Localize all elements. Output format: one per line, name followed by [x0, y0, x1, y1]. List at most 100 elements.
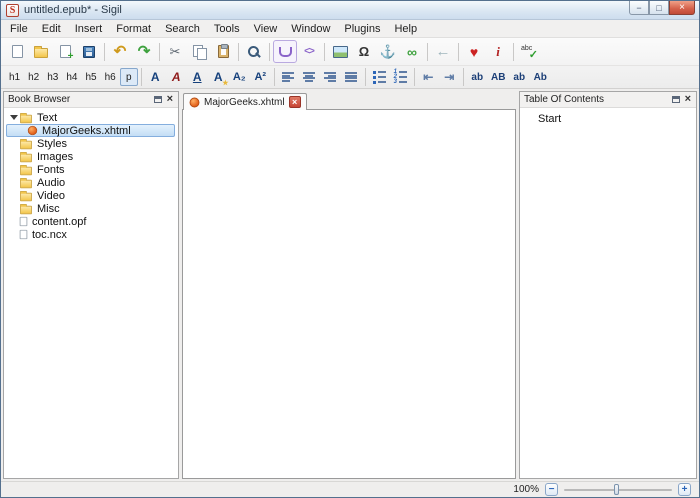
- numbered-list-button[interactable]: [390, 68, 411, 87]
- subscript-button[interactable]: A₂: [229, 68, 250, 87]
- tree-item-video-folder[interactable]: Video: [6, 189, 178, 202]
- heading-3-button[interactable]: h3: [43, 68, 62, 86]
- lowercase-button[interactable]: ab: [467, 68, 488, 87]
- capitalize-button[interactable]: Ab: [530, 68, 551, 87]
- float-dock-icon[interactable]: [672, 96, 680, 103]
- tree-item-label: Fonts: [37, 164, 65, 176]
- align-center-button[interactable]: [299, 68, 320, 87]
- expand-arrow-icon[interactable]: [9, 115, 19, 120]
- paragraph-button[interactable]: p: [120, 68, 138, 86]
- bullet-list-button[interactable]: [369, 68, 390, 87]
- tree-item-misc-folder[interactable]: Misc: [6, 202, 178, 215]
- zoom-slider-thumb[interactable]: [614, 484, 619, 495]
- tree-item-label: Audio: [37, 177, 65, 189]
- paste-button[interactable]: [211, 40, 235, 63]
- tab-close-button[interactable]: ×: [289, 96, 301, 108]
- tree-item-label: Misc: [37, 203, 60, 215]
- decrease-indent-button[interactable]: ⇤: [418, 68, 439, 87]
- menu-tools[interactable]: Tools: [207, 20, 247, 37]
- remove-formatting-button[interactable]: A★: [208, 68, 229, 87]
- editor-canvas[interactable]: [182, 109, 516, 479]
- bold-button[interactable]: A: [145, 68, 166, 87]
- maximize-button[interactable]: □: [649, 1, 669, 15]
- menu-window[interactable]: Window: [284, 20, 337, 37]
- align-right-button[interactable]: [320, 68, 341, 87]
- zoom-slider[interactable]: [564, 483, 672, 496]
- open-button[interactable]: [29, 40, 53, 63]
- toolbar-separator: [238, 43, 239, 61]
- copy-button[interactable]: [187, 40, 211, 63]
- uppercase-button[interactable]: AB: [488, 68, 509, 87]
- book-browser-dock: Book Browser × Text MajorGeeks.xhtml: [3, 91, 179, 479]
- menu-view[interactable]: View: [247, 20, 285, 37]
- superscript-icon: A²: [254, 72, 266, 83]
- increase-indent-button[interactable]: ⇥: [439, 68, 460, 87]
- heading-5-button[interactable]: h5: [82, 68, 101, 86]
- close-button[interactable]: ×: [669, 1, 695, 15]
- outdent-icon: ⇤: [423, 71, 433, 83]
- menu-insert[interactable]: Insert: [68, 20, 110, 37]
- toolbar-separator: [269, 43, 270, 61]
- tab-majorgeeks-xhtml[interactable]: MajorGeeks.xhtml ×: [183, 93, 307, 110]
- back-button[interactable]: ←: [431, 40, 455, 63]
- tree-item-content-opf[interactable]: content.opf: [6, 215, 178, 228]
- underline-button[interactable]: A: [187, 68, 208, 87]
- insert-image-button[interactable]: [328, 40, 352, 63]
- save-button[interactable]: [77, 40, 101, 63]
- menu-format[interactable]: Format: [109, 20, 158, 37]
- align-justify-button[interactable]: [341, 68, 362, 87]
- tree-item-text-folder[interactable]: Text: [6, 111, 178, 124]
- align-right-icon: [324, 71, 336, 83]
- menu-search[interactable]: Search: [158, 20, 207, 37]
- split-at-cursor-button[interactable]: [273, 40, 297, 63]
- tree-item-styles-folder[interactable]: Styles: [6, 137, 178, 150]
- folder-icon: [20, 141, 32, 150]
- tree-item-label: toc.ncx: [32, 229, 67, 241]
- heading-1-button[interactable]: h1: [5, 68, 24, 86]
- italic-button[interactable]: A: [166, 68, 187, 87]
- tree-item-fonts-folder[interactable]: Fonts: [6, 163, 178, 176]
- code-view-button[interactable]: <>: [297, 40, 321, 63]
- link-icon: ∞: [407, 45, 417, 59]
- cut-button[interactable]: ✂: [163, 40, 187, 63]
- close-dock-icon[interactable]: ×: [684, 94, 692, 105]
- insert-id-button[interactable]: ⚓: [376, 40, 400, 63]
- tree-item-label: Video: [37, 190, 65, 202]
- close-dock-icon[interactable]: ×: [166, 94, 174, 105]
- zoom-in-button[interactable]: +: [678, 483, 691, 496]
- book-browser-title: Book Browser: [8, 94, 150, 105]
- info-icon: i: [496, 44, 500, 60]
- find-button[interactable]: [242, 40, 266, 63]
- heading-6-button[interactable]: h6: [101, 68, 120, 86]
- bullet-list-icon: [373, 71, 386, 84]
- toc-entry-start[interactable]: Start: [520, 108, 696, 125]
- insert-link-button[interactable]: ∞: [400, 40, 424, 63]
- toolbar-row-main: ↶ ↷ ✂ <> Ω ⚓ ∞ ← ♥ i abc ✓: [1, 38, 699, 65]
- about-button[interactable]: i: [486, 40, 510, 63]
- tree-item-audio-folder[interactable]: Audio: [6, 176, 178, 189]
- menu-edit[interactable]: Edit: [35, 20, 68, 37]
- tree-item-majorgeeks-xhtml[interactable]: MajorGeeks.xhtml: [6, 124, 175, 137]
- menu-plugins[interactable]: Plugins: [337, 20, 387, 37]
- minimize-button[interactable]: −: [629, 1, 649, 15]
- undo-button[interactable]: ↶: [108, 40, 132, 63]
- menu-file[interactable]: File: [3, 20, 35, 37]
- uppercase-icon: AB: [491, 72, 505, 83]
- superscript-button[interactable]: A²: [250, 68, 271, 87]
- heading-2-button[interactable]: h2: [24, 68, 43, 86]
- align-left-button[interactable]: [278, 68, 299, 87]
- tree-item-toc-ncx[interactable]: toc.ncx: [6, 228, 178, 241]
- spellcheck-button[interactable]: abc ✓: [517, 40, 541, 63]
- propercase-button[interactable]: ab: [509, 68, 530, 87]
- float-dock-icon[interactable]: [154, 96, 162, 103]
- zoom-out-button[interactable]: −: [545, 483, 558, 496]
- redo-button[interactable]: ↷: [132, 40, 156, 63]
- new-button[interactable]: [5, 40, 29, 63]
- tree-item-images-folder[interactable]: Images: [6, 150, 178, 163]
- tree-item-label: Styles: [37, 138, 67, 150]
- menu-help[interactable]: Help: [387, 20, 424, 37]
- donate-button[interactable]: ♥: [462, 40, 486, 63]
- add-existing-button[interactable]: [53, 40, 77, 63]
- heading-4-button[interactable]: h4: [62, 68, 81, 86]
- special-character-button[interactable]: Ω: [352, 40, 376, 63]
